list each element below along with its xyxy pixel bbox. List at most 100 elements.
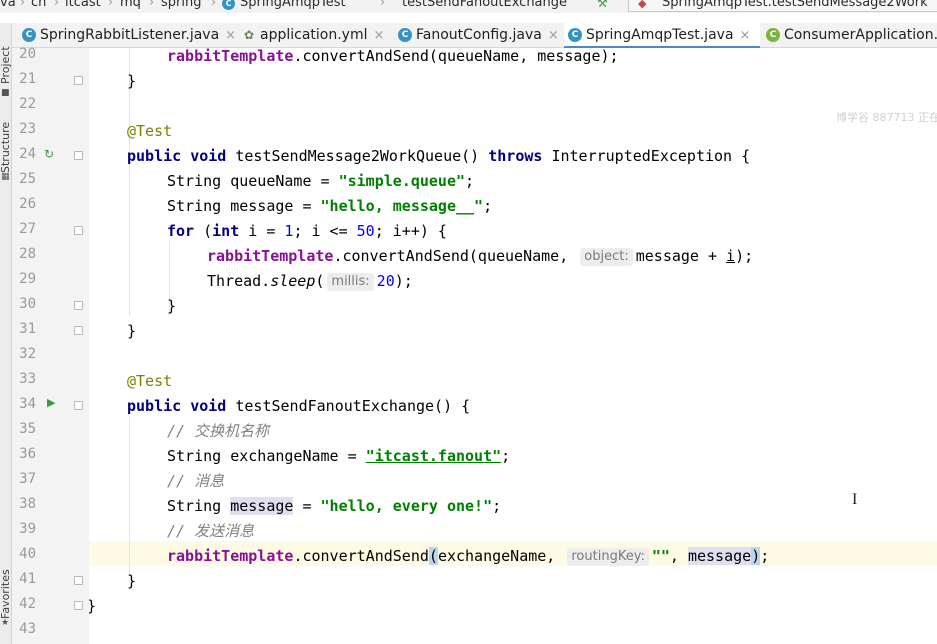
tab-springrabbitlistener[interactable]: C SpringRabbitListener.java ×	[18, 23, 236, 48]
code-line-28: rabbitTemplate.convertAndSend(queueName,…	[207, 247, 754, 266]
chevron-right-icon: ›	[20, 0, 26, 10]
code-line-34: public void testSendFanoutExchange() {	[127, 397, 471, 415]
build-hammer-icon[interactable]: ⚒	[597, 0, 611, 9]
fold-icon[interactable]	[74, 226, 83, 235]
structure-icon: ▦	[1, 172, 10, 182]
watermark: 博学谷 887713 正在	[836, 111, 937, 124]
tab-label: SpringAmqpTest.java	[586, 27, 734, 43]
code-line-37: // 消息	[167, 472, 225, 490]
chevron-right-icon: ›	[149, 0, 155, 10]
code-line-41: }	[127, 572, 137, 590]
tab-label: application.yml	[260, 27, 368, 43]
line-number: 34	[19, 396, 36, 412]
parameter-hint: routingKey:	[567, 548, 649, 566]
fold-icon[interactable]	[74, 576, 83, 585]
tab-label: ConsumerApplication.j	[784, 27, 937, 43]
run-config-icon: ◆	[638, 0, 647, 10]
chevron-right-icon: ›	[380, 0, 386, 10]
breadcrumb: va › cn › itcast › mq › spring › C Sprin…	[0, 0, 937, 13]
code-line-39: // 发送消息	[167, 522, 255, 540]
line-number: 37	[19, 471, 36, 487]
breadcrumb-item[interactable]: itcast	[65, 0, 101, 10]
line-number: 27	[19, 221, 36, 237]
line-number: 33	[19, 371, 36, 387]
parameter-hint: object:	[580, 248, 633, 266]
chevron-right-icon: ›	[54, 0, 60, 10]
project-icon: ■	[1, 88, 10, 98]
breadcrumb-item[interactable]: testSendFanoutExchange	[402, 0, 567, 10]
line-number: 20	[19, 46, 36, 62]
project-tool-button[interactable]: Project	[0, 28, 12, 84]
code-editor[interactable]: rabbitTemplate.convertAndSend(queueName,…	[89, 48, 937, 644]
code-line-23: @Test	[127, 122, 173, 140]
structure-tool-button[interactable]: Structure	[0, 107, 12, 173]
code-line-20: rabbitTemplate.convertAndSend(queueName,…	[167, 48, 619, 65]
code-line-42: }	[89, 594, 96, 619]
line-number: 21	[19, 71, 36, 87]
code-line-36: String exchangeName = "itcast.fanout";	[167, 447, 511, 465]
code-line-24: public void testSendMessage2WorkQueue() …	[127, 147, 751, 165]
fold-icon[interactable]	[74, 301, 83, 310]
run-configuration-label: SpringAmqpTest.testSendMessage2Work	[662, 0, 928, 10]
close-icon[interactable]: ×	[740, 28, 751, 43]
class-icon: C	[22, 28, 36, 42]
breadcrumb-item[interactable]: va	[0, 0, 16, 10]
breadcrumb-item[interactable]: mq	[120, 0, 141, 10]
close-icon[interactable]: ×	[374, 28, 385, 43]
fold-icon[interactable]	[74, 326, 83, 335]
breadcrumb-item[interactable]: cn	[31, 0, 46, 10]
class-icon: C	[222, 0, 235, 10]
line-number: 23	[19, 121, 36, 137]
fold-icon[interactable]	[74, 151, 83, 160]
line-number: 41	[19, 571, 36, 587]
code-line-38: String message = "hello, every one!";	[167, 497, 502, 515]
tab-application-yml[interactable]: ✿ application.yml ×	[238, 23, 388, 48]
line-number: 32	[19, 346, 36, 362]
line-number: 35	[19, 421, 36, 437]
line-number: 42	[19, 596, 36, 612]
fold-icon[interactable]	[74, 76, 83, 85]
line-number: 43	[19, 621, 36, 637]
line-number: 38	[19, 496, 36, 512]
run-test-icon[interactable]: ↻	[44, 147, 54, 161]
line-number: 26	[19, 196, 36, 212]
tab-label: FanoutConfig.java	[416, 27, 542, 43]
chevron-right-icon: ›	[211, 0, 217, 10]
chevron-right-icon: ›	[108, 0, 114, 10]
tab-springamqptest[interactable]: C SpringAmqpTest.java ×	[564, 23, 760, 49]
star-icon: ★	[1, 618, 10, 628]
line-number: 40	[19, 546, 36, 562]
close-icon[interactable]: ×	[225, 28, 236, 43]
fold-icon[interactable]	[74, 401, 83, 410]
tab-consumerapplication[interactable]: C ConsumerApplication.j	[762, 23, 937, 48]
code-line-35: // 交换机名称	[167, 422, 270, 440]
code-line-31: }	[127, 322, 137, 340]
code-line-30: }	[167, 297, 177, 315]
line-number: 29	[19, 271, 36, 287]
fold-icon[interactable]	[74, 601, 83, 610]
line-number: 24	[19, 146, 36, 162]
run-configuration-select[interactable]: ◆ SpringAmqpTest.testSendMessage2Work	[628, 0, 937, 12]
class-icon: C	[398, 28, 412, 42]
code-line-33: @Test	[127, 372, 173, 390]
run-test-icon[interactable]: ▶	[47, 396, 55, 410]
code-line-21: }	[127, 72, 137, 90]
tab-fanoutconfig[interactable]: C FanoutConfig.java ×	[394, 23, 560, 48]
code-line-29: Thread.sleep(millis: 20);	[207, 272, 413, 291]
parameter-hint: millis:	[327, 273, 374, 291]
tab-label: SpringRabbitListener.java	[40, 27, 220, 43]
close-icon[interactable]: ×	[548, 28, 559, 43]
favorites-tool-button[interactable]: Favorites	[0, 555, 12, 619]
code-line-27: for (int i = 1; i <= 50; i++) {	[167, 222, 447, 240]
line-number: 25	[19, 171, 36, 187]
line-number: 28	[19, 246, 36, 262]
code-line-25: String queueName = "simple.queue";	[167, 172, 475, 190]
class-icon: C	[568, 28, 582, 42]
breadcrumb-item[interactable]: spring	[161, 0, 201, 10]
line-number: 22	[19, 96, 36, 112]
line-number: 31	[19, 321, 36, 337]
line-number: 30	[19, 296, 36, 312]
yaml-file-icon: ✿	[243, 28, 255, 42]
editor-tab-bar: C SpringRabbitListener.java × ✿ application…	[0, 23, 937, 49]
breadcrumb-item[interactable]: SpringAmqpTest	[240, 0, 346, 10]
